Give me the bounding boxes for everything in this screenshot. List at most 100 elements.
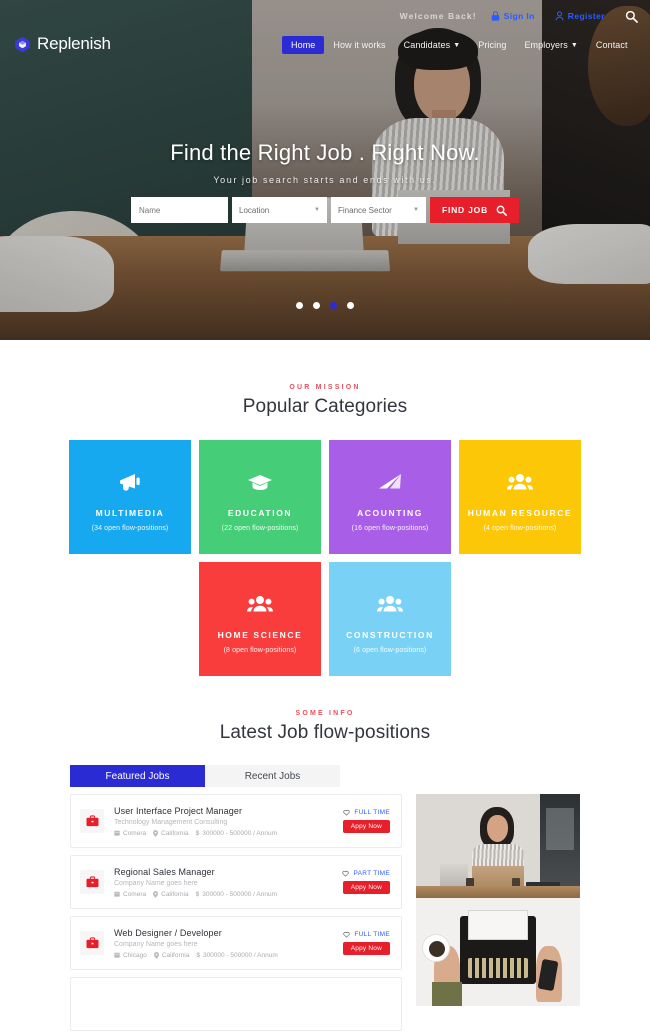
search-sector-value: Finance Sector [338,205,392,215]
job-type-label: FULL TIME [354,809,390,816]
job-location: California [161,829,189,837]
register-link[interactable]: Register [555,11,605,21]
map-pin-icon [153,829,159,837]
nav-item-how-it-works[interactable]: How it works [324,36,394,54]
tab-recent-jobs[interactable]: Recent Jobs [205,765,340,787]
category-count: (22 open flow-positions) [221,524,299,532]
heart-icon [343,809,351,816]
slider-dot[interactable] [313,302,320,309]
job-location: California [161,951,190,959]
dollar-icon: $ [196,951,200,959]
job-salary-meta: $ 300000 - 500000 / Annum [196,952,277,959]
category-card-construction[interactable]: CONSTRUCTION (6 open flow-positions) [329,562,451,676]
briefcase-icon [80,809,104,833]
megaphone-icon [117,469,143,495]
job-actions: FULL TIME Appy Now [342,931,392,955]
apply-now-button[interactable]: Appy Now [342,942,390,955]
category-card-education[interactable]: EDUCATION (22 open flow-positions) [199,440,321,554]
hero-content: Find the Right Job . Right Now. Your job… [0,140,650,185]
category-name: CONSTRUCTION [346,629,434,640]
apply-now-button[interactable]: Appy Now [342,820,390,833]
jobs-section: SOME INFO Latest Job flow-positions Feat… [0,710,650,1031]
job-info: User Interface Project Manager Technolog… [114,806,343,837]
job-type-label: PART TIME [353,870,390,877]
category-card-home-science[interactable]: HOME SCIENCE (8 open flow-positions) [199,562,321,676]
job-type-label: FULL TIME [354,931,390,938]
job-salary-meta: $ 300000 - 500000 / Annum [196,891,277,898]
category-card-multimedia[interactable]: MULTIMEDIA (34 open flow-positions) [69,440,191,554]
job-company-meta: Comera [114,891,146,898]
search-name-input[interactable] [131,197,228,223]
jobs-title: Latest Job flow-positions [219,722,431,743]
main-navigation: Replenish Home How it works Candidates ▼… [0,34,650,60]
woman-at-desk-with-laptop-photo [416,794,580,898]
search-location-select[interactable]: Location ▼ [232,197,327,223]
brand-logo[interactable]: Replenish [14,34,111,54]
search-icon [496,205,508,216]
nav-item-contact[interactable]: Contact [587,36,637,54]
map-pin-icon [153,890,159,898]
job-salary: 300000 - 500000 / Annum [202,951,278,959]
hexagon-gem-icon [15,36,30,52]
category-card-acounting[interactable]: ACOUNTING (16 open flow-positions) [329,440,451,554]
category-card-human-resource[interactable]: HUMAN RESOURCE (4 open flow-positions) [459,440,581,554]
chevron-down-icon: ▼ [570,41,578,49]
categories-title: Popular Categories [242,396,408,417]
sign-in-link[interactable]: Sign In [491,11,535,21]
hero-subtitle: Your job search starts and ends with us. [213,175,437,185]
job-title: User Interface Project Manager [114,805,243,816]
job-type-badge[interactable]: FULL TIME [343,931,390,938]
search-icon[interactable] [625,10,638,23]
job-title: Web Designer / Developer [114,927,222,938]
lock-icon [491,11,499,21]
search-sector-select[interactable]: Finance Sector ▼ [331,197,426,223]
slider-dot[interactable] [296,302,303,309]
job-location: California [161,890,189,898]
nav-item-pricing[interactable]: Pricing [469,36,515,54]
register-label: Register [567,11,605,21]
paper-plane-icon [377,469,403,495]
category-count: (8 open flow-positions) [223,646,297,654]
category-name: ACOUNTING [357,507,423,518]
building-icon [114,830,120,836]
job-type-badge[interactable]: PART TIME [342,870,390,877]
heart-icon [342,870,350,877]
job-info: Regional Sales Manager Company Name goes… [114,867,342,898]
nav-item-candidates[interactable]: Candidates ▼ [395,36,470,54]
category-name: MULTIMEDIA [95,507,165,518]
job-type-badge[interactable]: FULL TIME [343,809,390,816]
job-company: Comera [123,890,147,898]
job-list-item[interactable]: User Interface Project Manager Technolog… [70,794,402,848]
nav-item-employers[interactable]: Employers ▼ [515,36,586,54]
find-job-button[interactable]: FIND JOB [430,197,519,223]
briefcase-icon [80,870,104,894]
tab-featured-jobs[interactable]: Featured Jobs [70,765,205,787]
hero-slider-dots [0,302,650,309]
job-info: Web Designer / Developer Company Name go… [114,928,343,959]
search-location-value: Location [239,205,270,215]
job-list-item[interactable]: Regional Sales Manager Company Name goes… [70,855,402,909]
jobs-list-column: Featured Jobs Recent Jobs User Interface… [70,765,402,1031]
tab-label: Featured Jobs [105,770,170,782]
hero-title: Find the Right Job . Right Now. [170,140,480,165]
welcome-text: Welcome Back! [399,11,477,21]
nav-item-home[interactable]: Home [282,36,325,54]
job-salary-meta: $ 300000 - 500000 / Annum [196,830,277,837]
job-list-item[interactable]: Web Designer / Developer Company Name go… [70,916,402,970]
apply-now-button[interactable]: Appy Now [342,881,390,894]
chevron-down-icon: ▼ [453,41,461,49]
category-row: HOME SCIENCE (8 open flow-positions) CON… [0,562,650,676]
nav-label: Pricing [478,40,507,50]
slider-dot-active[interactable] [330,302,337,309]
category-name: HOME SCIENCE [217,629,303,640]
category-count: (34 open flow-positions) [91,524,169,532]
job-company-line: Technology Management Consulting [114,818,228,826]
slider-dot[interactable] [347,302,354,309]
users-icon [247,591,273,617]
category-count: (16 open flow-positions) [351,524,429,532]
job-company: Comera [123,829,147,837]
utility-bar: Welcome Back! Sign In Register [0,0,650,32]
job-list-item[interactable] [70,977,402,1031]
hands-typing-on-typewriter-photo [416,898,580,1006]
dollar-icon: $ [195,890,200,898]
